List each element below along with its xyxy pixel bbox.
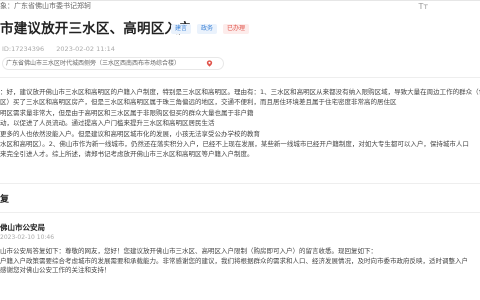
post-body-line: 水区和高明区）。2、佛山市作为新一线城市，仍然还在落实积分入户，已经不上现在发展…	[0, 140, 469, 149]
status-badge: 已办理	[223, 24, 250, 34]
post-body-line: 区）买了三水区和高明区房产，但是三水区和高明区属于珠三角偏远的地区，交通不便利，…	[0, 98, 397, 107]
post-body: ：好，建议放开佛山市三水区和高明区的户籍入户制度，特别是三水区和高明区。理由有：…	[0, 87, 480, 160]
post-body-line: 明区需求量非常大，但是由于高明区和三水区属于非限购区但买的群众大量也属于非户籍	[0, 108, 254, 117]
tag-suggestion[interactable]: 建言	[171, 24, 192, 34]
reply-body-line: 户籍入户政策需要综合考虑城市的发展需要和承载能力。非常感谢您的建议，我们将根据群…	[0, 256, 468, 265]
page-title: 市建议放开三水区、高明区入户	[0, 21, 192, 37]
reply-section-heading: 复	[0, 195, 10, 205]
reply-body-line: 感谢您对佛山公安工作的关注和支持！	[0, 266, 111, 274]
reply-body-line: 山市公安局答复如下：尊敬的网友，您好！您建议放开佛山市三水区、高明区入户限制（购…	[0, 247, 377, 255]
post-id: ID:17234396	[2, 45, 45, 53]
post-body-line: ：好，建议放开佛山市三水区和高明区的户籍入户制度，特别是三水区和高明区。理由有：…	[0, 88, 480, 96]
location-chip[interactable]: 广东省佛山市三水区时代城西侧旁（三水区西南西布市场综合楼）	[2, 57, 224, 70]
tag-government[interactable]: 政务	[197, 24, 218, 34]
reply-datetime: 2023-02-10 10:46	[0, 234, 55, 241]
reply-body: 山市公安局答复如下：尊敬的网友，您好！您建议放开佛山市三水区、高明区入户限制（购…	[0, 247, 480, 276]
post-datetime: 2023-02-02 11:14	[56, 45, 115, 53]
post-body-line: 动，以促进了人员流动。通过提高入户门槛来提升三水区和高明区居民生活	[0, 119, 215, 128]
location-pin-icon	[206, 60, 213, 67]
divider	[0, 77, 480, 78]
divider	[0, 212, 480, 213]
tag-list: 建言 政务 已办理	[171, 24, 250, 34]
post-body-line: 更多的人也依然没能入户。但是建议和高明区城市化的发展，小孩无法享受公办学校的教育	[0, 129, 260, 138]
reply-organization: 佛山市公安局	[0, 223, 45, 232]
post-meta: ID:17234396 2023-02-02 11:14	[2, 45, 115, 53]
post-body-line: 来完全引进人才。综上所述，请郑书记考虑放开佛山市三水区和高明区等户籍入户制度。	[0, 150, 254, 159]
recipient-label: 象：广东省佛山市委书记郑轲	[0, 2, 91, 10]
divider	[0, 183, 480, 184]
font-size-toggle-button[interactable]: Tт	[418, 1, 428, 12]
